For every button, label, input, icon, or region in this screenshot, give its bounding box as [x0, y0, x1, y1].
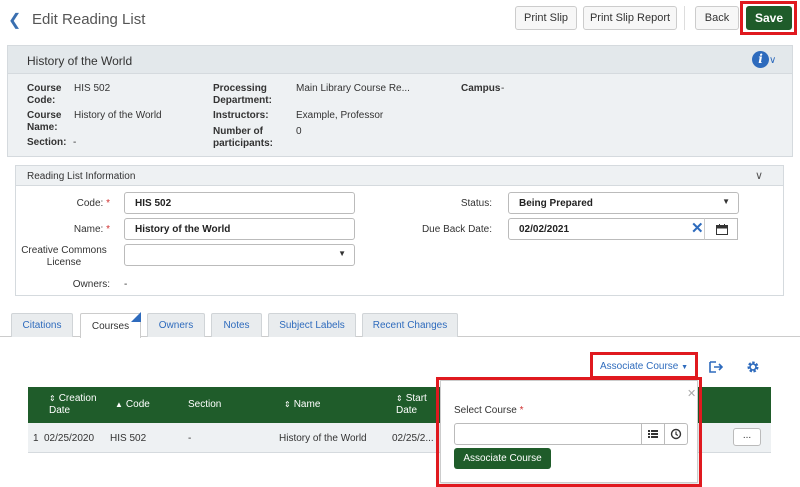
sort-icon: ⇕: [396, 394, 403, 403]
status-label: Status:: [460, 198, 492, 209]
tab-recent-changes[interactable]: Recent Changes: [362, 313, 458, 337]
associate-course-dropdown[interactable]: Associate Course ▼: [600, 361, 688, 372]
section-label: Section:: [27, 137, 67, 148]
gear-icon[interactable]: [746, 360, 760, 377]
column-code-label: Code: [125, 399, 150, 410]
due-back-value: 02/02/2021: [519, 224, 570, 235]
code-label-text: Code:: [76, 198, 104, 209]
row-actions-button[interactable]: ...: [733, 428, 761, 446]
associate-course-submit-button[interactable]: Associate Course: [454, 448, 551, 469]
column-start-date[interactable]: ⇕ Start Date: [396, 393, 434, 417]
select-course-input[interactable]: [454, 423, 642, 445]
page-title: Edit Reading List: [32, 11, 146, 28]
course-card-header: History of the World i ∨: [8, 46, 792, 74]
course-code-label: Course Code:: [27, 83, 62, 106]
row-creation-date: 02/25/2020: [44, 433, 95, 444]
due-back-date-input[interactable]: 02/02/2021: [508, 218, 705, 240]
column-creation-date-label: Creation Date: [49, 393, 97, 416]
tab-subject-labels[interactable]: Subject Labels: [268, 313, 356, 337]
code-input[interactable]: HIS 502: [124, 192, 355, 214]
course-title: History of the World: [27, 54, 133, 68]
associate-course-popover: ✕ Select Course * Associate Course: [440, 380, 698, 483]
course-code-value: HIS 502: [74, 83, 111, 94]
select-course-label-text: Select Course: [454, 405, 517, 416]
tab-notes[interactable]: Notes: [211, 313, 262, 337]
campus-value: -: [501, 83, 505, 94]
toolbar-divider: [684, 6, 685, 30]
select-course-label: Select Course *: [454, 405, 524, 416]
course-name-label: Course Name:: [27, 110, 62, 133]
section-value: -: [73, 137, 77, 148]
row-start-date: 02/25/2...: [392, 433, 434, 444]
close-icon[interactable]: ✕: [687, 387, 696, 400]
caret-down-icon: ▼: [338, 249, 346, 258]
name-input[interactable]: History of the World: [124, 218, 355, 240]
cc-license-select[interactable]: ▼: [124, 244, 355, 266]
cc-license-label: Creative Commons License: [21, 245, 107, 268]
row-code: HIS 502: [110, 433, 147, 444]
name-value: History of the World: [135, 224, 231, 235]
due-back-label: Due Back Date:: [421, 224, 492, 235]
column-name-label: Name: [293, 399, 321, 410]
associate-course-label: Associate Course: [600, 361, 679, 372]
instructors-label: Instructors:: [213, 110, 269, 121]
calendar-icon[interactable]: [704, 218, 738, 240]
column-name[interactable]: ⇕ Name: [284, 399, 320, 411]
name-field-label: Name: *: [40, 224, 110, 235]
export-icon[interactable]: [709, 360, 724, 377]
name-label-text: Name:: [73, 224, 104, 235]
save-button[interactable]: Save: [746, 6, 792, 30]
column-section: Section: [188, 399, 222, 410]
caret-down-icon: ▼: [681, 364, 689, 371]
top-bar: ❮ Edit Reading List Print Slip Print Sli…: [0, 0, 800, 40]
campus-label: Campus: [461, 83, 501, 94]
back-arrow-icon[interactable]: ❮: [8, 10, 21, 30]
required-marker: *: [106, 198, 110, 209]
row-name: History of the World: [279, 433, 367, 444]
participants-label: Number of participants:: [213, 126, 274, 149]
status-select[interactable]: Being Prepared ▼: [508, 192, 739, 214]
column-creation-date[interactable]: ⇕ Creation Date: [49, 393, 104, 417]
required-marker: *: [106, 224, 110, 235]
clear-icon[interactable]: ✕: [691, 219, 704, 237]
print-slip-button[interactable]: Print Slip: [515, 6, 577, 30]
processing-department-label: Processing Department:: [213, 83, 272, 106]
tab-owners[interactable]: Owners: [147, 313, 205, 337]
status-value: Being Prepared: [519, 198, 593, 209]
column-code[interactable]: ▲ Code: [115, 399, 150, 411]
course-name-value: History of the World: [74, 110, 162, 121]
row-section: -: [188, 433, 192, 444]
tab-bar: Citations Courses Owners Notes Subject L…: [0, 313, 800, 338]
row-index: 1: [33, 433, 39, 444]
participants-value: 0: [296, 126, 302, 137]
instructors-value: Example, Professor: [296, 110, 384, 121]
course-summary-card: History of the World i ∨: [7, 45, 793, 157]
print-slip-report-button[interactable]: Print Slip Report: [583, 6, 677, 30]
required-marker: *: [519, 405, 524, 416]
sort-asc-icon: ▲: [115, 400, 123, 409]
back-button[interactable]: Back: [695, 6, 739, 30]
tab-citations[interactable]: Citations: [11, 313, 73, 337]
chevron-down-icon[interactable]: ∨: [769, 55, 776, 66]
info-icon[interactable]: i: [752, 51, 769, 68]
owners-value: -: [124, 279, 128, 290]
tab-corner-marker: [131, 312, 141, 322]
code-field-label: Code: *: [40, 198, 110, 209]
sort-icon: ⇕: [49, 394, 56, 403]
list-icon[interactable]: [641, 423, 665, 445]
reading-list-info-header: Reading List Information ∨: [16, 166, 783, 186]
code-value: HIS 502: [135, 198, 172, 209]
processing-department-value: Main Library Course Re...: [296, 83, 410, 94]
caret-down-icon: ▼: [722, 197, 730, 206]
sort-icon: ⇕: [284, 400, 291, 409]
history-icon[interactable]: [664, 423, 688, 445]
chevron-down-icon[interactable]: ∨: [755, 169, 763, 182]
owners-label: Owners:: [72, 279, 110, 290]
reading-list-info-title: Reading List Information: [27, 171, 136, 182]
